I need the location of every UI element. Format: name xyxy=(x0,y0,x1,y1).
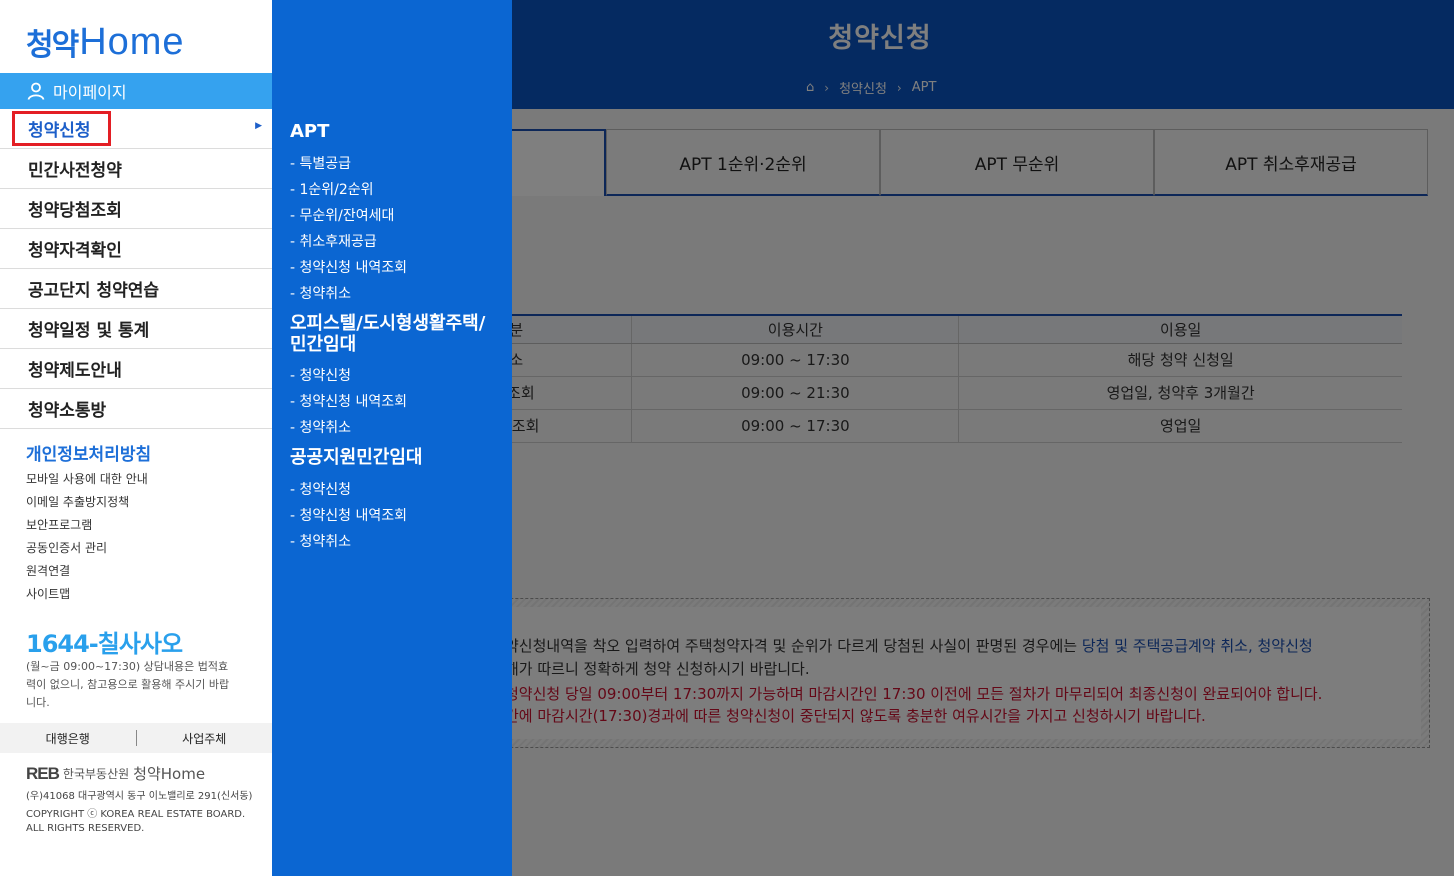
footer-address: (우)41068 대구광역시 동구 이노밸리로 291(신서동) xyxy=(26,791,253,802)
submenu-item[interactable]: - 무순위/잔여세대 xyxy=(290,205,394,225)
phone-number: 1644-칠사사오 xyxy=(26,630,183,658)
agency-buttons: 대행은행 사업주체 xyxy=(0,723,272,753)
submenu-item[interactable]: - 청약신청 내역조회 xyxy=(290,505,407,525)
logo-text-ko: 청약 xyxy=(26,28,79,63)
bank-button[interactable]: 대행은행 xyxy=(0,730,136,747)
caret-right-icon: ▶ xyxy=(255,121,262,131)
link-email-policy[interactable]: 이메일 추출방지정책 xyxy=(26,493,148,516)
submenu-heading-public-rental[interactable]: 공공지원민간임대 xyxy=(290,447,422,468)
footer-logo: REB 한국부동산원 청약Home xyxy=(26,763,205,784)
submenu-heading-apt[interactable]: APT xyxy=(290,121,329,142)
privacy-policy-link[interactable]: 개인정보처리방침 xyxy=(26,440,151,465)
menu-item-community[interactable]: 청약소통방 xyxy=(0,389,272,429)
menu-item-label: 청약자격확인 xyxy=(28,241,122,261)
menu-item-winner-lookup[interactable]: 청약당첨조회 xyxy=(0,189,272,229)
menu-item-label: 청약일정 및 통계 xyxy=(28,321,150,341)
menu-item-practice[interactable]: 공고단지 청약연습 xyxy=(0,269,272,309)
utility-links: 모바일 사용에 대한 안내 이메일 추출방지정책 보안프로그램 공동인증서 관리… xyxy=(26,470,148,608)
menu-item-schedule-stats[interactable]: 청약일정 및 통계 xyxy=(0,309,272,349)
menu-item-label: 공고단지 청약연습 xyxy=(28,281,160,301)
menu-item-label: 청약제도안내 xyxy=(28,361,122,381)
submenu-item[interactable]: - 청약취소 xyxy=(290,531,351,551)
phone-note: (월~금 09:00~17:30) 상담내용은 법적효력이 없으니, 참고용으로… xyxy=(26,660,230,709)
link-mobile-guide[interactable]: 모바일 사용에 대한 안내 xyxy=(26,470,148,493)
person-icon xyxy=(27,82,45,100)
mypage-label: 마이페이지 xyxy=(53,83,127,102)
submenu-item[interactable]: - 청약신청 xyxy=(290,365,351,385)
menu-item-label: 청약당첨조회 xyxy=(28,201,122,221)
submenu-item[interactable]: - 취소후재공급 xyxy=(290,231,377,251)
submenu-heading-line: 오피스텔/도시형생활주택/ xyxy=(290,313,486,334)
link-remote-support[interactable]: 원격연결 xyxy=(26,562,148,585)
submenu-item[interactable]: - 청약취소 xyxy=(290,417,351,437)
submenu-item[interactable]: - 청약신청 내역조회 xyxy=(290,391,407,411)
logo[interactable]: 청약 Home xyxy=(26,20,185,64)
link-sitemap[interactable]: 사이트맵 xyxy=(26,585,148,608)
highlight-box xyxy=(12,111,111,146)
submenu-item[interactable]: - 청약취소 xyxy=(290,283,351,303)
footer-rights: ALL RIGHTS RESERVED. xyxy=(26,823,145,834)
footer-copyright: COPYRIGHT ⓒ KOREA REAL ESTATE BOARD. xyxy=(26,809,246,820)
submenu-heading-officetel[interactable]: 오피스텔/도시형생활주택/ 민간임대 xyxy=(290,313,485,355)
brand-name: 청약Home xyxy=(133,765,206,783)
link-certificate[interactable]: 공동인증서 관리 xyxy=(26,539,148,562)
submenu-panel: APT - 특별공급 - 1순위/2순위 - 무순위/잔여세대 - 취소후재공급… xyxy=(272,0,512,876)
submenu-item[interactable]: - 특별공급 xyxy=(290,153,351,173)
developer-button[interactable]: 사업주체 xyxy=(137,730,273,747)
org-name: 한국부동산원 xyxy=(62,767,130,781)
menu-item-guide[interactable]: 청약제도안내 xyxy=(0,349,272,389)
menu-item-eligibility[interactable]: 청약자격확인 xyxy=(0,229,272,269)
submenu-item[interactable]: - 청약신청 내역조회 xyxy=(290,257,407,277)
menu-item-label: 청약소통방 xyxy=(28,401,107,421)
link-security-program[interactable]: 보안프로그램 xyxy=(26,516,148,539)
reb-logo: REB xyxy=(26,763,60,783)
logo-text-en: Home xyxy=(79,21,185,63)
main-menu: 청약신청 ▶ 민간사전청약 청약당첨조회 청약자격확인 공고단지 청약연습 청약… xyxy=(0,109,272,429)
menu-item-label: 민간사전청약 xyxy=(28,161,122,181)
sidebar: 청약 Home 마이페이지 청약신청 ▶ 민간사전청약 청약당첨조회 청약자격확… xyxy=(0,0,272,876)
submenu-item[interactable]: - 청약신청 xyxy=(290,479,351,499)
submenu-heading-line: 민간임대 xyxy=(290,334,357,355)
mypage-link[interactable]: 마이페이지 xyxy=(0,73,272,109)
menu-item-pre-subscription[interactable]: 민간사전청약 xyxy=(0,149,272,189)
submenu-item[interactable]: - 1순위/2순위 xyxy=(290,179,374,199)
